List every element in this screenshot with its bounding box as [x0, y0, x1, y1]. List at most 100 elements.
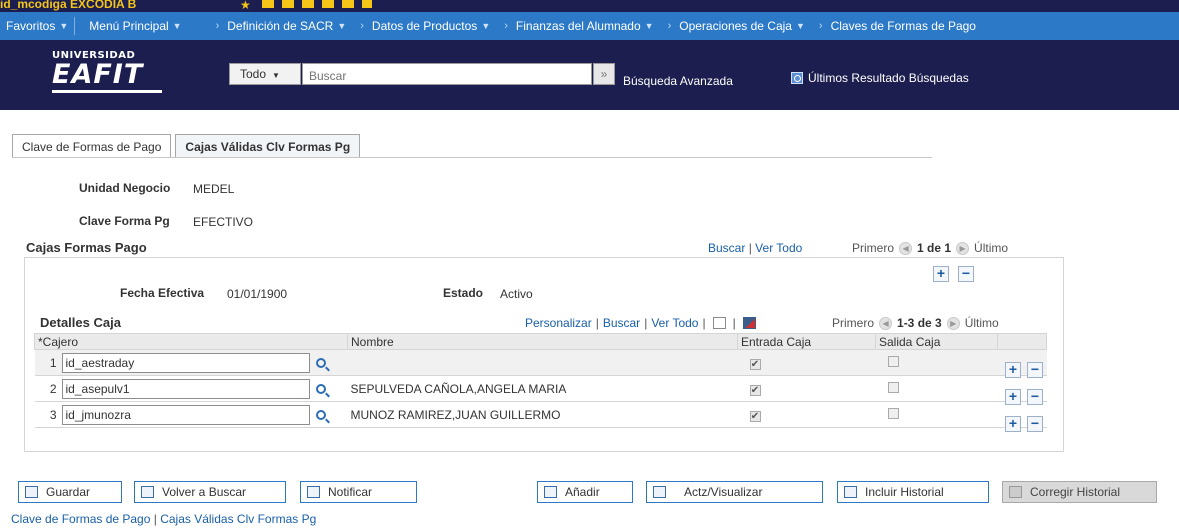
page-tabs: Clave de Formas de Pago Cajas Válidas Cl…: [12, 134, 364, 158]
top-strip: id_mcodiga EXCODIA B ★: [0, 0, 1179, 12]
nombre-cell: MUNOZ RAMIREZ,JUAN GUILLERMO: [347, 401, 738, 428]
salida-checkbox[interactable]: [887, 407, 899, 419]
col-entrada-caja[interactable]: Entrada Caja: [737, 333, 876, 350]
chevron-down-icon: ▼: [172, 21, 182, 31]
correct-history-button[interactable]: Corregir Historial: [1002, 481, 1157, 503]
nombre-cell: SEPULVEDA CAÑOLA,ANGELA MARIA: [347, 375, 738, 402]
nav-favorites[interactable]: Favoritos ▼: [0, 12, 74, 40]
star-icon: ★: [240, 0, 251, 12]
entrada-checkbox[interactable]: ✔: [749, 384, 761, 396]
add-row-button[interactable]: +: [933, 266, 949, 282]
group-last-label: Último: [974, 241, 1009, 255]
row-number: 3: [34, 401, 59, 428]
cajero-input[interactable]: id_asepulv1: [61, 378, 310, 399]
return-icon: [141, 486, 154, 498]
grid-last-label: Último: [964, 316, 999, 330]
include-history-button[interactable]: Incluir Historial: [837, 481, 989, 503]
correct-history-icon: [1009, 486, 1022, 498]
table-row: 3 id_jmunozra MUNOZ RAMIREZ,JUAN GUILLER…: [34, 401, 1047, 428]
chevron-down-icon: ▼: [644, 21, 654, 31]
search-input[interactable]: [302, 63, 592, 85]
tab-cajas-validas[interactable]: Cajas Válidas Clv Formas Pg: [175, 134, 361, 158]
delete-row-button[interactable]: −: [1027, 416, 1043, 432]
add-row-button[interactable]: +: [1005, 416, 1021, 432]
cajero-input[interactable]: id_aestraday: [61, 352, 310, 373]
eafit-logo: UNIVERSIDAD EAFIT: [52, 50, 162, 93]
fecha-efectiva-value: 01/01/1900: [227, 287, 288, 301]
footer-links: Clave de Formas de Pago | Cajas Válidas …: [11, 512, 317, 526]
lookup-icon[interactable]: [315, 409, 326, 420]
entrada-checkbox[interactable]: ✔: [749, 358, 761, 370]
update-display-button[interactable]: Actz/Visualizar: [646, 481, 823, 503]
breadcrumb-arrow-icon: ›: [360, 20, 364, 32]
salida-checkbox[interactable]: [887, 355, 899, 367]
footer-link-clave[interactable]: Clave de Formas de Pago: [11, 512, 150, 526]
delete-row-button[interactable]: −: [958, 266, 974, 282]
chevron-down-icon: ▼: [272, 71, 280, 80]
group-count: 1 de 1: [917, 241, 952, 255]
nav-crumb-definicion[interactable]: Definición de SACR ▼: [221, 12, 352, 40]
save-button[interactable]: Guardar: [18, 481, 122, 503]
return-to-search-button[interactable]: Volver a Buscar: [134, 481, 286, 503]
add-row-button[interactable]: +: [1005, 389, 1021, 405]
next-icon: ▶: [956, 241, 970, 255]
search-scope-select[interactable]: Todo ▼: [229, 63, 301, 85]
nav-crumb-claves[interactable]: Claves de Formas de Pago: [825, 12, 982, 40]
table-row: 2 id_asepulv1 SEPULVEDA CAÑOLA,ANGELA MA…: [34, 375, 1047, 402]
chevron-down-icon: ▼: [795, 21, 805, 31]
garbled-title: id_mcodiga EXCODIA B: [0, 0, 137, 11]
header: UNIVERSIDAD EAFIT Todo▼ » Búsqueda Avanz…: [0, 40, 1179, 110]
delete-row-button[interactable]: −: [1027, 362, 1043, 378]
cajero-input[interactable]: id_jmunozra: [61, 404, 310, 425]
notify-button[interactable]: Notificar: [300, 481, 417, 503]
toolbar-icons: [262, 0, 372, 8]
col-actions: [997, 333, 1047, 350]
search-go-button[interactable]: »: [593, 63, 615, 85]
col-nombre[interactable]: Nombre: [347, 333, 738, 350]
breadcrumb-arrow-icon: ›: [818, 20, 823, 32]
grid-first-label: Primero: [832, 316, 875, 330]
group-find-link[interactable]: Buscar: [708, 241, 745, 255]
nombre-cell: [347, 349, 738, 376]
nav-crumb-finanzas[interactable]: Finanzas del Alumnado ▼: [510, 12, 660, 40]
lookup-icon[interactable]: [315, 383, 326, 394]
entrada-checkbox[interactable]: ✔: [749, 410, 761, 422]
new-window-icon[interactable]: [712, 317, 726, 329]
previous-icon: ◀: [879, 316, 893, 330]
row-number: 2: [34, 375, 59, 402]
breadcrumb-arrow-icon: ›: [215, 20, 220, 32]
last-results-link[interactable]: Últimos Resultado Búsquedas: [791, 71, 969, 85]
add-row-button[interactable]: +: [1005, 362, 1021, 378]
nav-crumb-datos[interactable]: Datos de Productos ▼: [366, 12, 496, 40]
footer-link-cajas[interactable]: Cajas Válidas Clv Formas Pg: [160, 512, 316, 526]
nav-main-menu[interactable]: Menú Principal ▼: [75, 12, 187, 40]
nav-crumb-operaciones[interactable]: Operaciones de Caja ▼: [673, 12, 811, 40]
save-icon: [25, 486, 38, 498]
tab-divider: [12, 157, 932, 158]
delete-row-button[interactable]: −: [1027, 389, 1043, 405]
group-first-label: Primero: [852, 241, 895, 255]
group-view-all-link[interactable]: Ver Todo: [755, 241, 802, 255]
salida-checkbox[interactable]: [887, 381, 899, 393]
table-row: 1 id_aestraday ✔: [34, 349, 1047, 376]
download-excel-icon[interactable]: [742, 317, 756, 329]
grid-view-all-link[interactable]: Ver Todo: [651, 316, 698, 330]
personalize-link[interactable]: Personalizar: [525, 316, 592, 330]
tab-clave-formas-pago[interactable]: Clave de Formas de Pago: [12, 134, 172, 158]
col-salida-caja[interactable]: Salida Caja: [875, 333, 998, 350]
detalles-caja-title: Detalles Caja: [40, 315, 121, 330]
search-results-icon: [791, 72, 803, 84]
previous-icon: ◀: [899, 241, 913, 255]
cajas-formas-pago-title: Cajas Formas Pago: [26, 240, 147, 255]
breadcrumb-nav: Favoritos ▼ Menú Principal ▼ › Definición …: [0, 12, 1179, 40]
breadcrumb-arrow-icon: ›: [504, 20, 508, 32]
lookup-icon[interactable]: [315, 357, 326, 368]
row-number: 1: [34, 349, 59, 376]
add-button[interactable]: Añadir: [537, 481, 633, 503]
advanced-search-link[interactable]: Búsqueda Avanzada: [623, 74, 733, 88]
col-cajero[interactable]: *Cajero: [34, 333, 348, 350]
grid-pager: Primero ◀ 1-3 de 3 ▶ Último: [832, 316, 999, 330]
grid-find-link[interactable]: Buscar: [603, 316, 640, 330]
chevron-down-icon: ▼: [337, 21, 347, 31]
include-history-icon: [844, 486, 857, 498]
